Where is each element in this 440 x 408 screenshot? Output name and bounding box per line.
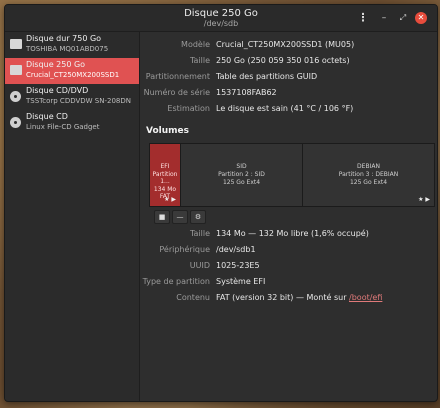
title-bar: Disque 250 Go /dev/sdb ⋮ – ⤢ ✕ [5, 5, 437, 32]
volumes-heading: Volumes [146, 126, 189, 136]
drive-name: Disque dur 750 Go [26, 34, 102, 43]
assessment-value: Le disque est sain (41 °C / 106 °F) [216, 104, 354, 113]
model-label: Modèle [181, 40, 210, 49]
serial-label: Numéro de série [143, 88, 210, 97]
size-value: 250 Go (250 059 350 016 octets) [216, 56, 350, 65]
partition-size-value: 134 Mo — 132 Mo libre (1,6% occupé) [216, 229, 369, 238]
partition-name: DEBIAN [357, 163, 380, 170]
drive-model: TOSHIBA MQ01ABD075 [26, 45, 109, 53]
partition-info: 125 Go Ext4 [222, 179, 261, 186]
delete-partition-button[interactable]: — [172, 210, 188, 224]
close-button[interactable]: ✕ [415, 12, 427, 24]
partition-number: Partition 2 : SID [218, 171, 265, 178]
partition-number: Partition 1... [152, 171, 178, 185]
partition-info: 125 Go Ext4 [349, 179, 388, 186]
partition-number: Partition 3 : DEBIAN [338, 171, 399, 178]
drive-item-cd-dvd[interactable]: Disque CD/DVD TSSTcorp CDDVDW SN-208DN [5, 84, 139, 110]
partitioning-label: Partitionnement [145, 72, 210, 81]
drive-item-750[interactable]: Disque dur 750 Go TOSHIBA MQ01ABD075 [5, 32, 139, 58]
assessment-label: Estimation [167, 104, 210, 113]
drive-model: TSSTcorp CDDVDW SN-208DN [26, 97, 131, 105]
contents-label: Contenu [176, 293, 210, 302]
partition-size-label: Taille [189, 229, 210, 238]
mounted-icon: ★ ▶ [418, 196, 430, 203]
device-value: /dev/sdb1 [216, 245, 256, 254]
mount-point-link[interactable]: /boot/efi [349, 293, 382, 302]
optical-disc-icon [10, 117, 21, 128]
partition-sid[interactable]: SID Partition 2 : SID 125 Go Ext4 [181, 144, 303, 206]
size-label: Taille [189, 56, 210, 65]
partition-type-value: Système EFI [216, 277, 266, 286]
drive-item-cd[interactable]: Disque CD Linux File-CD Gadget [5, 110, 139, 136]
hard-disk-icon [10, 39, 22, 49]
partition-efi[interactable]: EFI Partition 1... 134 Mo FAT ★ ▶ [150, 144, 181, 206]
window-subtitle: /dev/sdb [203, 19, 239, 28]
volume-map: EFI Partition 1... 134 Mo FAT ★ ▶ SID Pa… [149, 143, 435, 207]
optical-disc-icon [10, 91, 21, 102]
drive-name: Disque 250 Go [26, 60, 86, 69]
partition-name: SID [236, 163, 247, 170]
window-title: Disque 250 Go [184, 8, 258, 19]
drive-item-250[interactable]: Disque 250 Go Crucial_CT250MX200SSD1 [5, 58, 139, 84]
mounted-icon: ★ ▶ [164, 196, 176, 203]
uuid-value: 1025-23E5 [216, 261, 260, 270]
drive-model: Linux File-CD Gadget [26, 123, 100, 131]
drive-name: Disque CD [26, 112, 68, 121]
device-label: Périphérique [159, 245, 210, 254]
model-value: Crucial_CT250MX200SSD1 (MU05) [216, 40, 355, 49]
partition-type-label: Type de partition [142, 277, 210, 286]
contents-text: FAT (version 32 bit) — Monté sur [216, 293, 350, 302]
drive-name: Disque CD/DVD [26, 86, 89, 95]
drive-list: Disque dur 750 Go TOSHIBA MQ01ABD075 Dis… [5, 32, 140, 401]
hard-disk-icon [10, 65, 22, 75]
menu-icon[interactable]: ⋮ [356, 11, 370, 25]
partitioning-value: Table des partitions GUID [216, 72, 318, 81]
disk-details: Modèle Crucial_CT250MX200SSD1 (MU05) Tai… [140, 32, 437, 401]
partition-name: EFI [160, 163, 170, 170]
drive-model: Crucial_CT250MX200SSD1 [26, 71, 120, 79]
settings-icon[interactable]: ⚙ [190, 210, 206, 224]
uuid-label: UUID [189, 261, 210, 270]
partition-debian[interactable]: DEBIAN Partition 3 : DEBIAN 125 Go Ext4 … [303, 144, 434, 206]
unmount-button[interactable]: ■ [154, 210, 170, 224]
minimize-button[interactable]: – [377, 11, 391, 25]
serial-value: 1537108FAB62 [216, 88, 277, 97]
maximize-button[interactable]: ⤢ [396, 11, 410, 25]
contents-value: FAT (version 32 bit) — Monté sur /boot/e… [216, 293, 382, 302]
disks-window: Disque 250 Go /dev/sdb ⋮ – ⤢ ✕ Disque du… [4, 4, 438, 402]
